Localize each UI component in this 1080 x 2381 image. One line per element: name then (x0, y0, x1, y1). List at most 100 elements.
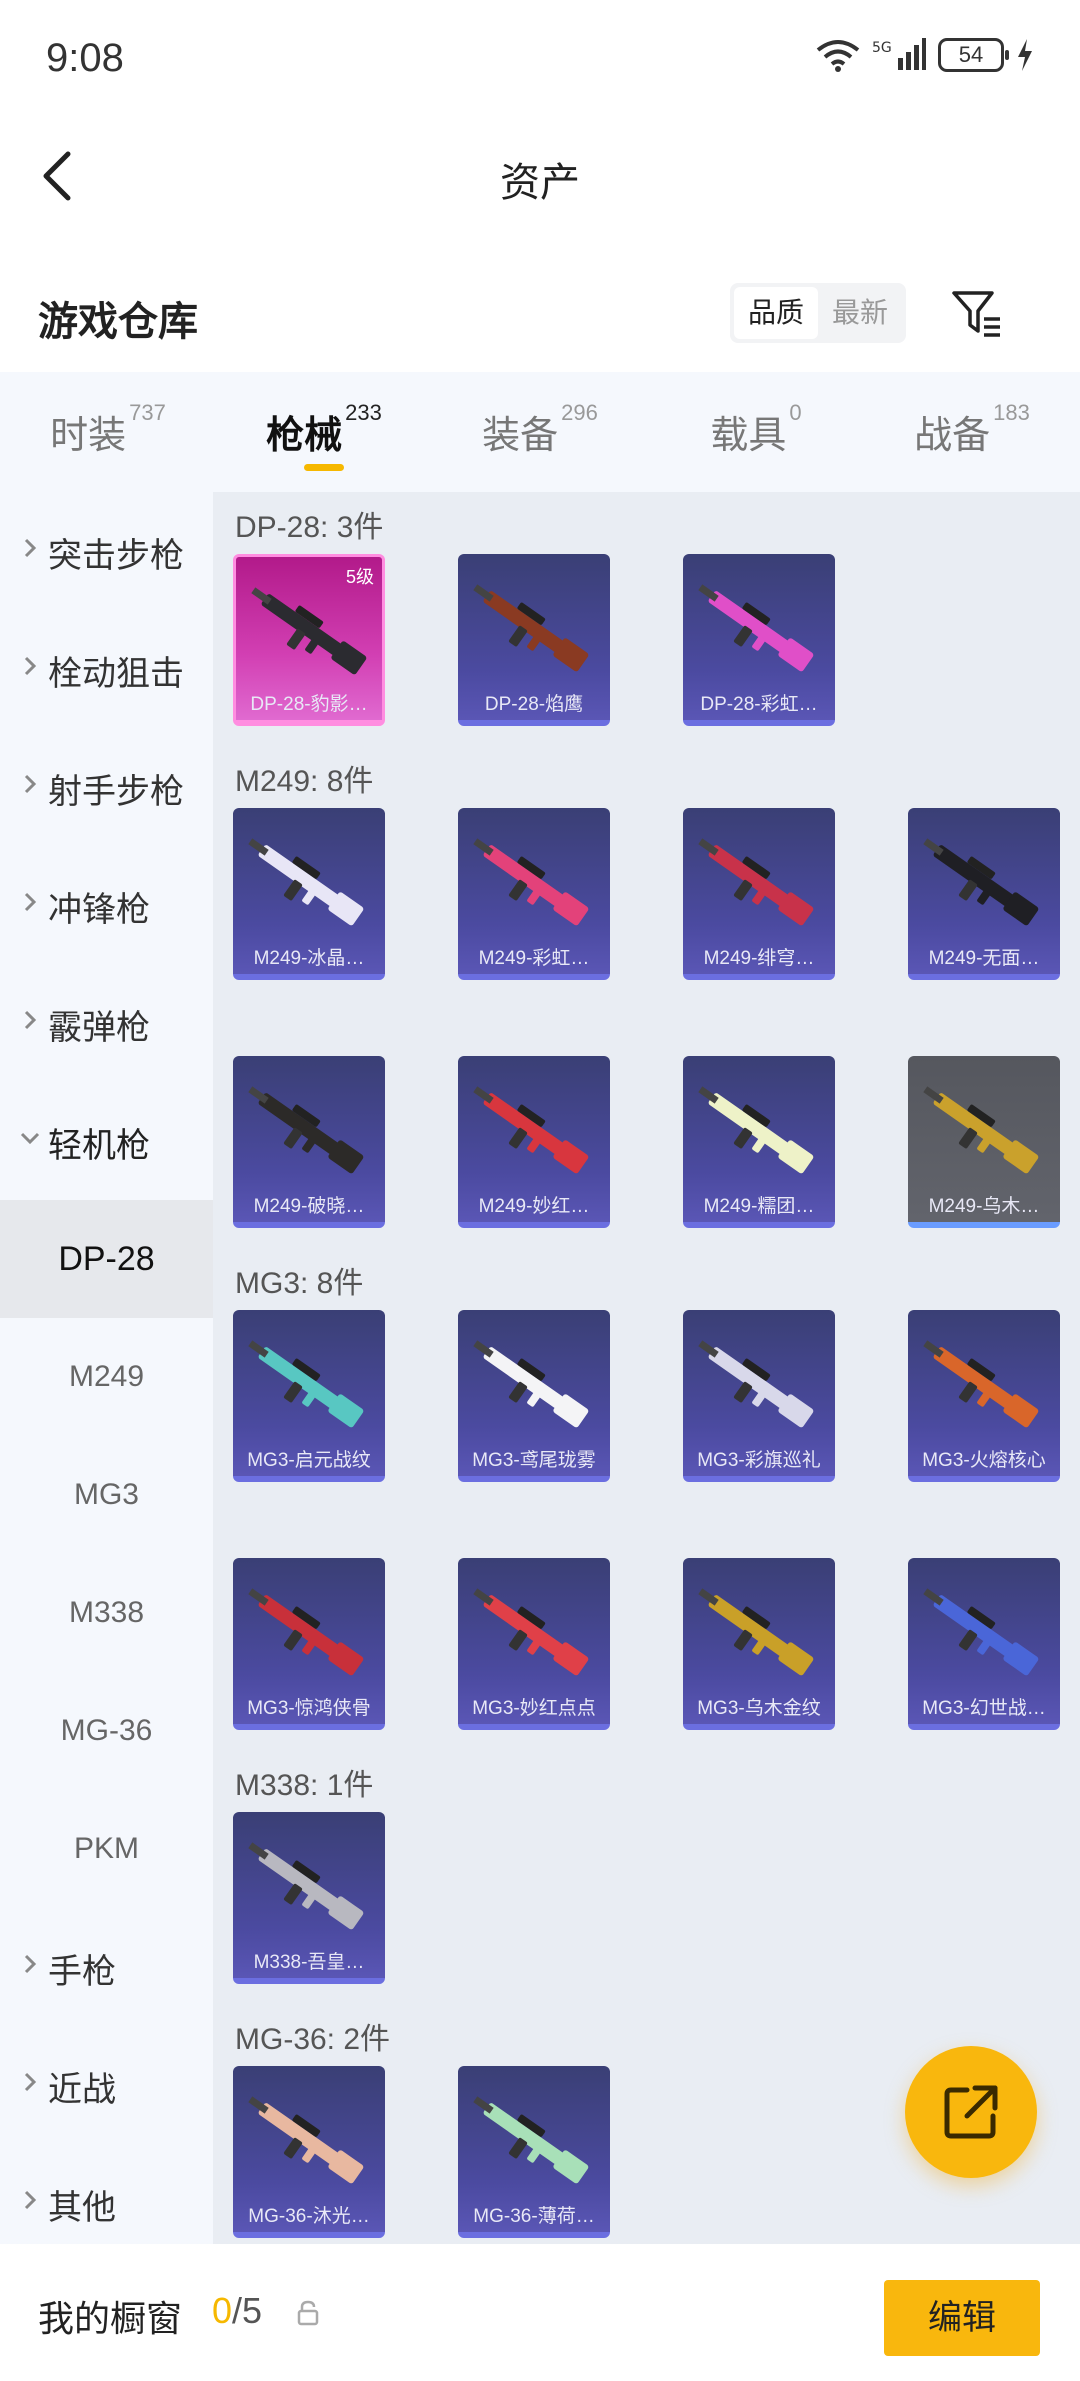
tab-equipment[interactable]: 装备296 (432, 372, 648, 492)
weapon-skin-image (473, 584, 589, 672)
sidebar-sub-mg36[interactable]: MG-36 (0, 1672, 213, 1790)
page-title: 资产 (500, 161, 580, 205)
level-badge: 5级 (345, 567, 374, 587)
weapon-skin-image (698, 1086, 814, 1174)
sidebar-sub-m338[interactable]: M338 (0, 1554, 213, 1672)
weapon-card[interactable]: MG3-幻世战… (908, 1558, 1060, 1730)
weapon-card[interactable]: 5级 DP-28-豹影… (233, 554, 385, 726)
weapon-skin-image (248, 1340, 364, 1428)
charging-icon (1018, 39, 1032, 71)
weapon-card[interactable]: DP-28-彩虹… (683, 554, 835, 726)
weapon-skin-image (923, 1340, 1039, 1428)
sidebar-sub-m249[interactable]: M249 (0, 1318, 213, 1436)
weapon-skin-image (473, 1086, 589, 1174)
weapon-card[interactable]: MG-36-薄荷… (458, 2066, 610, 2238)
sidebar-sub-pkm[interactable]: PKM (0, 1790, 213, 1908)
weapon-card[interactable]: M249-糯团… (683, 1056, 835, 1228)
sidebar-item-assault-rifle[interactable]: 突击步枪 (0, 492, 213, 610)
sidebar-item-smg[interactable]: 冲锋枪 (0, 846, 213, 964)
tab-outfits[interactable]: 时装737 (0, 372, 216, 492)
weapon-card[interactable]: M338-吾皇… (233, 1812, 385, 1984)
title-bar: 资产 (0, 120, 1080, 232)
weapon-card[interactable]: M249-绯穹… (683, 808, 835, 980)
weapon-name: M249-无面… (928, 948, 1040, 969)
group-title: DP-28: 3件 (235, 511, 384, 544)
weapon-card[interactable]: M249-彩虹… (458, 808, 610, 980)
sidebar-item-bolt-sniper[interactable]: 栓动狙击 (0, 610, 213, 728)
weapon-skin-image (248, 1842, 364, 1930)
chevron-right-icon (24, 538, 37, 558)
sort-quality-option[interactable]: 品质 (734, 287, 818, 339)
weapon-name: M249-绯穹… (703, 948, 815, 969)
weapon-skin-image (251, 587, 367, 675)
signal-5g-icon: 5G (872, 38, 926, 70)
chevron-right-icon (24, 774, 37, 794)
group-title: MG3: 8件 (235, 1267, 364, 1300)
weapon-card[interactable]: DP-28-焰鹰 (458, 554, 610, 726)
weapon-card[interactable]: MG3-启元战纹 (233, 1310, 385, 1482)
chevron-right-icon (24, 656, 37, 676)
weapon-name: M249-糯团… (703, 1196, 815, 1217)
weapon-name: MG3-彩旗巡礼 (697, 1450, 821, 1471)
weapon-skin-image (923, 838, 1039, 926)
weapon-card[interactable]: MG-36-沐光… (233, 2066, 385, 2238)
weapon-name: M249-彩虹… (478, 948, 590, 969)
weapon-skin-image (248, 2096, 364, 2184)
group-title: MG-36: 2件 (235, 2023, 391, 2056)
chevron-right-icon (24, 2072, 37, 2092)
weapon-skin-image (248, 1086, 364, 1174)
weapon-card[interactable]: MG3-火熔核心 (908, 1310, 1060, 1482)
weapon-skin-image (473, 2096, 589, 2184)
chevron-right-icon (24, 1010, 37, 1030)
wifi-icon (816, 40, 860, 72)
weapon-card[interactable]: MG3-乌木金纹 (683, 1558, 835, 1730)
weapon-card[interactable]: MG3-彩旗巡礼 (683, 1310, 835, 1482)
weapon-card[interactable]: MG3-妙红点点 (458, 1558, 610, 1730)
status-bar: 9:08 5G 54 (0, 0, 1080, 120)
filter-icon[interactable] (948, 285, 1008, 345)
share-button[interactable] (905, 2046, 1037, 2178)
status-time: 9:08 (46, 36, 124, 80)
weapon-card[interactable]: M249-无面… (908, 808, 1060, 980)
external-link-icon (944, 2085, 998, 2139)
weapon-name: M249-破晓… (253, 1196, 365, 1217)
weapon-name: MG3-惊鸿侠骨 (247, 1698, 371, 1719)
lock-icon (297, 2300, 319, 2326)
weapon-skin-image (698, 584, 814, 672)
weapon-card[interactable]: M249-妙红… (458, 1056, 610, 1228)
weapon-skin-image (698, 838, 814, 926)
weapon-skin-image (473, 1588, 589, 1676)
sidebar-sub-dp28[interactable]: DP-28 (0, 1200, 213, 1318)
svg-text:5G: 5G (872, 40, 892, 56)
sort-newest-option[interactable]: 最新 (818, 287, 902, 339)
category-sidebar: 突击步枪 栓动狙击 射手步枪 冲锋枪 霰弹枪 轻机枪 DP-28 M249 MG… (0, 492, 213, 2244)
weapon-skin-image (923, 1086, 1039, 1174)
weapon-name: MG-36-沐光… (248, 2206, 370, 2227)
weapon-card[interactable]: M249-冰晶… (233, 808, 385, 980)
sidebar-item-shotgun[interactable]: 霰弹枪 (0, 964, 213, 1082)
bottom-bar: 我的橱窗 0/5 编辑 (0, 2244, 1080, 2381)
weapon-card[interactable]: MG3-鸢尾珑雾 (458, 1310, 610, 1482)
weapon-name: M249-冰晶… (253, 948, 365, 969)
weapon-card[interactable]: M249-破晓… (233, 1056, 385, 1228)
edit-button[interactable]: 编辑 (884, 2280, 1040, 2356)
weapon-name: M338-吾皇… (253, 1952, 365, 1973)
item-grid: DP-28: 3件 5级 DP-28-豹影… DP-28-焰鹰 DP-28-彩虹… M24… (213, 492, 1080, 2244)
group-title: M249: 8件 (235, 765, 374, 798)
weapon-card[interactable]: MG3-惊鸿侠骨 (233, 1558, 385, 1730)
sidebar-item-pistol[interactable]: 手枪 (0, 1908, 213, 2026)
sidebar-item-lmg[interactable]: 轻机枪 (0, 1082, 213, 1200)
weapon-name: MG3-幻世战… (922, 1698, 1046, 1719)
sidebar-item-marksman-rifle[interactable]: 射手步枪 (0, 728, 213, 846)
sidebar-item-melee[interactable]: 近战 (0, 2026, 213, 2144)
weapon-card[interactable]: M249-乌木… (908, 1056, 1060, 1228)
sort-toggle: 品质 最新 (730, 283, 906, 343)
tab-vehicles[interactable]: 载具0 (648, 372, 864, 492)
weapon-skin-image (473, 1340, 589, 1428)
sidebar-sub-mg3[interactable]: MG3 (0, 1436, 213, 1554)
tab-supplies[interactable]: 战备183 (864, 372, 1080, 492)
tab-firearms[interactable]: 枪械233 (216, 372, 432, 492)
showcase-label: 我的橱窗 (38, 2298, 183, 2339)
warehouse-title: 游戏仓库 (38, 300, 198, 344)
weapon-name: MG3-火熔核心 (922, 1450, 1046, 1471)
